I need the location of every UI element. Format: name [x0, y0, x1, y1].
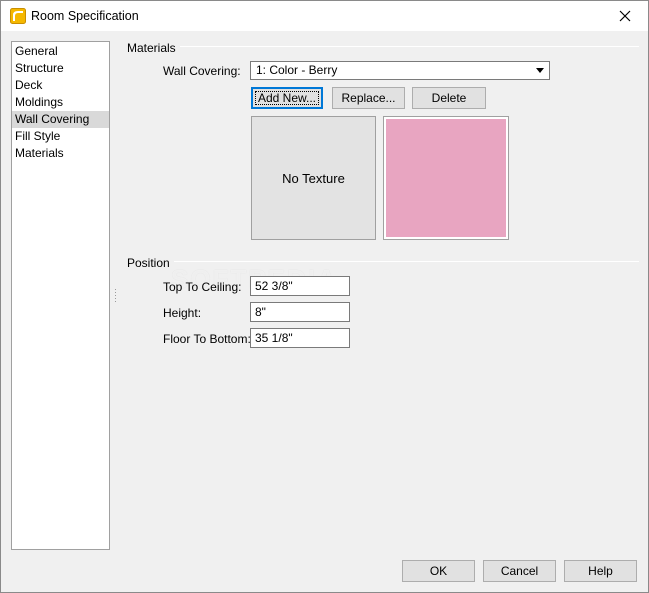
- color-swatch: [386, 119, 506, 237]
- texture-preview: No Texture: [251, 116, 376, 240]
- texture-preview-text: No Texture: [282, 170, 345, 186]
- close-icon: [619, 10, 631, 22]
- nav-item-moldings[interactable]: Moldings: [12, 94, 109, 111]
- add-new-button[interactable]: Add New...: [251, 87, 323, 109]
- cancel-label: Cancel: [500, 564, 539, 578]
- delete-button[interactable]: Delete: [412, 87, 486, 109]
- position-group-label: Position: [127, 256, 174, 270]
- wall-covering-select[interactable]: 1: Color - Berry: [250, 61, 550, 80]
- top-to-ceiling-label: Top To Ceiling:: [163, 280, 242, 294]
- materials-group-divider: [127, 46, 639, 47]
- window-title: Room Specification: [31, 9, 139, 23]
- height-input[interactable]: 8": [250, 302, 350, 322]
- ok-label: OK: [429, 564, 448, 578]
- splitter-grip-icon[interactable]: [114, 289, 117, 303]
- floor-to-bottom-input[interactable]: 35 1/8": [250, 328, 350, 348]
- add-new-label: Add New...: [257, 91, 317, 105]
- height-value: 8": [255, 305, 266, 319]
- category-list[interactable]: General Structure Deck Moldings Wall Cov…: [11, 41, 110, 550]
- delete-label: Delete: [431, 91, 467, 105]
- chevron-down-icon: [536, 68, 544, 73]
- nav-item-materials[interactable]: Materials: [12, 145, 109, 162]
- floor-to-bottom-value: 35 1/8": [255, 331, 293, 345]
- top-to-ceiling-input[interactable]: 52 3/8": [250, 276, 350, 296]
- room-specification-dialog: Room Specification General Structure Dec…: [0, 0, 649, 593]
- help-button[interactable]: Help: [564, 560, 637, 582]
- materials-group-label: Materials: [127, 41, 180, 55]
- title-bar[interactable]: Room Specification: [1, 1, 648, 31]
- wall-covering-label: Wall Covering:: [163, 64, 241, 78]
- nav-item-structure[interactable]: Structure: [12, 60, 109, 77]
- floor-to-bottom-label: Floor To Bottom:: [163, 332, 251, 346]
- top-to-ceiling-value: 52 3/8": [255, 279, 293, 293]
- nav-item-deck[interactable]: Deck: [12, 77, 109, 94]
- help-label: Help: [588, 564, 613, 578]
- nav-item-general[interactable]: General: [12, 43, 109, 60]
- position-group-divider: [127, 261, 639, 262]
- close-button[interactable]: [602, 1, 648, 31]
- cancel-button[interactable]: Cancel: [483, 560, 556, 582]
- nav-item-fill-style[interactable]: Fill Style: [12, 128, 109, 145]
- color-preview: [383, 116, 509, 240]
- ok-button[interactable]: OK: [402, 560, 475, 582]
- app-icon: [10, 8, 26, 24]
- wall-covering-value: 1: Color - Berry: [256, 63, 338, 77]
- replace-button[interactable]: Replace...: [332, 87, 405, 109]
- height-label: Height:: [163, 306, 202, 320]
- replace-label: Replace...: [341, 91, 396, 105]
- nav-item-wall-covering[interactable]: Wall Covering: [12, 111, 109, 128]
